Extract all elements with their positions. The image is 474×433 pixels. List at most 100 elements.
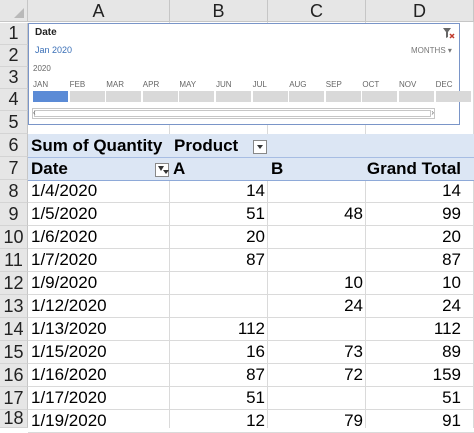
row-header-3[interactable]: 3 [0,67,28,89]
pivot-cell-a[interactable]: 87 [170,364,265,386]
row-header-17[interactable]: 17 [0,387,28,410]
pivot-cell-grand-total[interactable]: 10 [366,272,461,294]
pivot-row-date[interactable]: 1/16/2020 [31,364,107,386]
pivot-cell-grand-total[interactable]: 99 [366,203,461,225]
pivot-row-date[interactable]: 1/9/2020 [31,272,97,294]
pivot-cell-b[interactable] [268,387,363,409]
month-tile-feb[interactable] [69,91,105,102]
pivot-column-a-header: A [173,159,186,178]
row-header-5[interactable]: 5 [0,111,28,134]
scrollbar-thumb[interactable] [34,110,431,117]
column-header-d[interactable]: D [366,0,474,22]
pivot-grand-total-header: Grand Total [366,159,461,178]
row-header-14[interactable]: 14 [0,318,28,341]
pivot-cell-grand-total[interactable]: 87 [366,249,461,271]
pivot-cell-b[interactable] [268,180,363,202]
pivot-cell-grand-total[interactable]: 24 [366,295,461,317]
month-label-oct: OCT [362,80,380,89]
pivot-cell-b[interactable]: 72 [268,364,363,386]
pivot-cell-a[interactable]: 87 [170,249,265,271]
pivot-cell-b[interactable]: 10 [268,272,363,294]
row-header-1[interactable]: 1 [0,23,28,45]
row-header-9[interactable]: 9 [0,203,28,226]
pivot-cell-b[interactable] [268,249,363,271]
row-header-2[interactable]: 2 [0,45,28,67]
pivot-cell-b[interactable]: 79 [268,410,363,432]
scroll-right-icon[interactable]: › [431,108,434,117]
slicer-selection-label: Jan 2020 [35,45,73,55]
column-header-b[interactable]: B [170,0,268,22]
row-header-8[interactable]: 8 [0,180,28,203]
month-tile-aug[interactable] [289,91,325,102]
pivot-cell-a[interactable]: 14 [170,180,265,202]
scroll-left-icon[interactable]: ‹ [33,108,36,117]
clear-filter-icon[interactable] [442,27,455,40]
row-header-6[interactable]: 6 [0,134,28,157]
time-level-dropdown[interactable]: MONTHS ▾ [411,46,452,55]
column-field-dropdown[interactable] [253,140,267,154]
pivot-cell-grand-total[interactable]: 89 [366,341,461,363]
pivot-cell-b[interactable]: 48 [268,203,363,225]
month-tile-may[interactable] [179,91,215,102]
pivot-cell-grand-total[interactable]: 14 [366,180,461,202]
month-label-sep: SEP [325,80,342,89]
pivot-row-date[interactable]: 1/19/2020 [31,410,107,432]
date-timeline-slicer[interactable]: Date Jan 2020 MONTHS ▾ 2020 JAN FEB MAR APR… [28,23,471,125]
pivot-cell-a[interactable]: 51 [170,387,265,409]
pivot-row-date[interactable]: 1/4/2020 [31,180,97,202]
select-all-corner[interactable] [0,0,28,22]
row-header-15[interactable]: 15 [0,341,28,364]
row-header-12[interactable]: 12 [0,272,28,295]
column-header-a[interactable]: A [28,0,170,22]
row-header-11[interactable]: 11 [0,249,28,272]
month-tile-apr[interactable] [142,91,178,102]
month-tile-jun[interactable] [216,91,251,102]
month-label-mar: MAR [106,80,124,89]
row-header-10[interactable]: 10 [0,226,28,249]
row-header-4[interactable]: 4 [0,89,28,111]
pivot-row-date[interactable]: 1/15/2020 [31,341,107,363]
pivot-cell-a[interactable]: 20 [170,226,265,248]
timeline-scrollbar[interactable]: ‹ › [32,108,435,119]
pivot-cell-a[interactable] [170,272,265,294]
slicer-year-label: 2020 [33,64,51,73]
pivot-cell-b[interactable] [268,318,363,340]
month-label-nov: NOV [399,80,417,89]
row-header-16[interactable]: 16 [0,364,28,387]
month-tile-sep[interactable] [325,91,361,102]
pivot-cell-a[interactable]: 12 [170,410,265,432]
row-field-filter-button[interactable] [155,163,169,177]
pivot-cell-grand-total[interactable]: 20 [366,226,461,248]
month-tile-jul[interactable] [252,91,288,102]
row-header-18[interactable]: 18 [0,408,28,428]
pivot-cell-grand-total[interactable]: 159 [366,364,461,386]
month-tile-jan[interactable] [33,91,68,102]
pivot-row-date[interactable]: 1/5/2020 [31,203,97,225]
month-label-aug: AUG [289,80,307,89]
column-header-c[interactable]: C [268,0,366,22]
pivot-cell-b[interactable]: 73 [268,341,363,363]
row-header-13[interactable]: 13 [0,295,28,318]
pivot-cell-a[interactable]: 51 [170,203,265,225]
month-tile-mar[interactable] [106,91,142,102]
pivot-cell-a[interactable] [170,295,265,317]
month-tile-oct[interactable] [362,91,398,102]
pivot-cell-b[interactable] [268,226,363,248]
pivot-row-date[interactable]: 1/12/2020 [31,295,107,317]
month-tile-dec[interactable] [435,91,471,102]
month-label-feb: FEB [69,80,86,89]
pivot-cell-a[interactable]: 16 [170,341,265,363]
month-tile-nov[interactable] [399,91,434,102]
pivot-column-field: Product [174,136,239,155]
pivot-cell-a[interactable]: 112 [170,318,265,340]
pivot-row-date[interactable]: 1/7/2020 [31,249,97,271]
row-header-7[interactable]: 7 [0,157,28,180]
pivot-cell-grand-total[interactable]: 51 [366,387,461,409]
pivot-row-date[interactable]: 1/17/2020 [31,387,107,409]
pivot-value-field: Sum of Quantity [31,136,163,155]
pivot-row-date[interactable]: 1/13/2020 [31,318,107,340]
pivot-cell-b[interactable]: 24 [268,295,363,317]
pivot-row-date[interactable]: 1/6/2020 [31,226,97,248]
pivot-cell-grand-total[interactable]: 112 [366,318,461,340]
pivot-cell-grand-total[interactable]: 91 [366,410,461,432]
